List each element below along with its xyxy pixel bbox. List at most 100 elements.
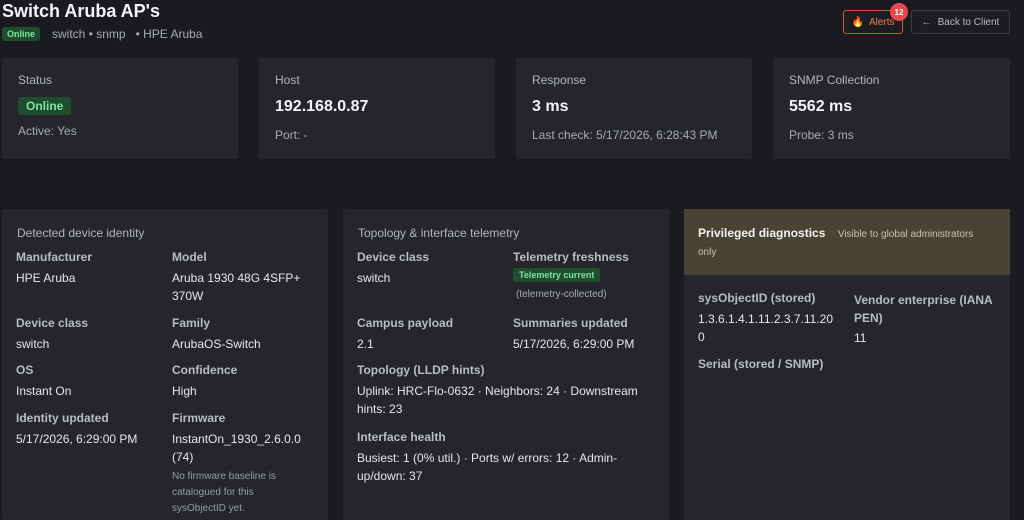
alerts-button[interactable]: 🔥 Alerts 12 xyxy=(843,3,908,34)
vendor-enterprise-field: Vendor enterprise (IANA PEN) 11 xyxy=(854,291,993,347)
host-label: Host xyxy=(275,73,300,87)
privileged-subtitle-2: only xyxy=(698,247,717,258)
response-value: 3 ms xyxy=(532,98,569,115)
last-check-text: Last check: 5/17/2026, 6:28:43 PM xyxy=(532,128,718,142)
privileged-title: Privileged diagnostics xyxy=(698,226,826,240)
interface-health-label: Interface health xyxy=(357,430,446,444)
port-text: Port: - xyxy=(275,128,308,142)
firmware-note: No firmware baseline is catalogued for t… xyxy=(172,469,301,517)
campus-payload-value: 2.1 xyxy=(357,337,374,351)
firmware-note-line-1: No firmware baseline is xyxy=(172,471,276,482)
model-field: Model Aruba 1930 48G 4SFP+ 370W xyxy=(172,250,300,305)
confidence-value: High xyxy=(172,384,197,398)
firmware-note-line-2: catalogued for this xyxy=(172,487,254,498)
model-label: Model xyxy=(172,250,207,264)
vendor-enterprise-label: Vendor enterprise (IANA PEN) xyxy=(854,291,993,327)
telemetry-current-badge: Telemetry current xyxy=(513,268,601,282)
summaries-updated-label: Summaries updated xyxy=(513,316,628,330)
firmware-label: Firmware xyxy=(172,411,226,425)
privileged-diagnostics-panel: Privileged diagnostics Visible to global… xyxy=(684,209,1010,520)
page-title: Switch Aruba AP's xyxy=(2,1,160,21)
telemetry-freshness-field: Telemetry freshness Telemetry current (t… xyxy=(513,250,629,300)
firmware-line-1: InstantOn_1930_2.6.0.0 xyxy=(172,432,301,446)
sysobjectid-line-1: 1.3.6.1.4.1.11.2.3.7.11.20 xyxy=(698,312,833,326)
serial-field: Serial (stored / SNMP) xyxy=(698,357,823,371)
topo-device-class-label: Device class xyxy=(357,250,430,264)
firmware-note-line-3: sysObjectID yet. xyxy=(172,503,245,514)
snmp-label: SNMP Collection xyxy=(789,73,880,87)
device-class-field: Device class switch xyxy=(16,316,88,353)
telemetry-collected-note: (telemetry-collected) xyxy=(516,289,607,300)
family-field: Family ArubaOS-Switch xyxy=(172,316,261,353)
snmp-collection-card: SNMP Collection 5562 ms Probe: 3 ms xyxy=(773,58,1010,159)
topo-device-class-value: switch xyxy=(357,271,391,285)
manufacturer-field: Manufacturer HPE Aruba xyxy=(16,250,92,287)
device-class-value: switch xyxy=(16,337,50,351)
serial-label: Serial (stored / SNMP) xyxy=(698,357,824,371)
sysobjectid-label: sysObjectID (stored) xyxy=(698,291,816,305)
model-value: Aruba 1930 48G 4SFP+ 370W xyxy=(172,269,300,305)
interface-health-value: Busiest: 1 (0% util.) · Ports w/ errors:… xyxy=(357,449,617,485)
interface-health-line-2: up/down: 37 xyxy=(357,469,423,483)
device-identity-panel: Detected device identity Manufacturer HP… xyxy=(2,209,328,520)
manufacturer-label: Manufacturer xyxy=(16,250,93,264)
vendor-meta: • HPE Aruba xyxy=(135,27,203,41)
status-label: Status xyxy=(18,73,53,87)
device-class-meta: switch • snmp xyxy=(52,27,126,41)
topology-panel: Topology & interface telemetry Device cl… xyxy=(343,209,669,520)
back-label: Back to Client xyxy=(937,16,1000,28)
firmware-value: InstantOn_1930_2.6.0.0 (74) xyxy=(172,430,301,466)
manufacturer-value: HPE Aruba xyxy=(16,271,76,285)
identity-updated-field: Identity updated 5/17/2026, 6:29:00 PM xyxy=(16,411,137,448)
back-to-client-button[interactable]: ← Back to Client xyxy=(911,10,1010,34)
probe-text: Probe: 3 ms xyxy=(789,128,854,142)
lldp-value: Uplink: HRC-Flo-0632 · Neighbors: 24 · D… xyxy=(357,382,638,418)
vendor-label-line-2: PEN) xyxy=(854,311,883,325)
lldp-line-1: Uplink: HRC-Flo-0632 · Neighbors: 24 · D… xyxy=(357,384,638,398)
interface-health-field: Interface health Busiest: 1 (0% util.) ·… xyxy=(357,430,617,485)
arrow-left-icon: ← xyxy=(921,16,932,28)
topology-heading: Topology & interface telemetry xyxy=(358,226,520,240)
status-card: Status Online Active: Yes xyxy=(2,58,238,159)
lldp-line-2: hints: 23 xyxy=(357,402,403,416)
summaries-updated-field: Summaries updated 5/17/2026, 6:29:00 PM xyxy=(513,316,634,353)
response-card: Response 3 ms Last check: 5/17/2026, 6:2… xyxy=(516,58,752,159)
alerts-count-badge: 12 xyxy=(890,3,908,21)
lldp-field: Topology (LLDP hints) Uplink: HRC-Flo-06… xyxy=(357,363,638,418)
os-label: OS xyxy=(16,363,34,377)
sysobjectid-value: 1.3.6.1.4.1.11.2.3.7.11.20 0 xyxy=(698,310,833,346)
firmware-line-2: (74) xyxy=(172,450,194,464)
privileged-header: Privileged diagnostics Visible to global… xyxy=(684,209,1010,275)
privileged-subtitle: Visible to global administrators xyxy=(837,229,974,240)
summaries-updated-value: 5/17/2026, 6:29:00 PM xyxy=(513,337,635,351)
vendor-enterprise-value: 11 xyxy=(854,331,867,345)
host-value: 192.168.0.87 xyxy=(275,98,369,115)
model-line-1: Aruba 1930 48G 4SFP+ xyxy=(172,271,301,285)
identity-updated-value: 5/17/2026, 6:29:00 PM xyxy=(16,432,138,446)
active-text: Active: Yes xyxy=(18,124,77,138)
interface-health-line-1: Busiest: 1 (0% util.) · Ports w/ errors:… xyxy=(357,451,618,465)
os-field: OS Instant On xyxy=(16,363,71,400)
campus-payload-label: Campus payload xyxy=(357,316,454,330)
campus-payload-field: Campus payload 2.1 xyxy=(357,316,453,353)
os-value: Instant On xyxy=(16,384,72,398)
identity-updated-label: Identity updated xyxy=(16,411,109,425)
device-class-label: Device class xyxy=(16,316,89,330)
model-line-2: 370W xyxy=(172,289,204,303)
family-label: Family xyxy=(172,316,211,330)
status-badge: Online xyxy=(2,27,41,41)
telemetry-freshness-label: Telemetry freshness xyxy=(513,250,629,264)
confidence-field: Confidence High xyxy=(172,363,237,400)
device-meta-row: Online switch • snmp • HPE Aruba xyxy=(2,27,212,41)
snmp-value: 5562 ms xyxy=(789,98,853,115)
status-online-badge: Online xyxy=(18,97,72,115)
response-label: Response xyxy=(532,73,587,87)
confidence-label: Confidence xyxy=(172,363,238,377)
host-card: Host 192.168.0.87 Port: - xyxy=(259,58,495,159)
alerts-label: Alerts xyxy=(868,16,895,28)
flame-icon: 🔥 xyxy=(851,16,864,28)
identity-heading: Detected device identity xyxy=(17,226,145,240)
sysobjectid-line-2: 0 xyxy=(698,330,705,344)
sysobjectid-field: sysObjectID (stored) 1.3.6.1.4.1.11.2.3.… xyxy=(698,291,833,346)
lldp-label: Topology (LLDP hints) xyxy=(357,363,485,377)
